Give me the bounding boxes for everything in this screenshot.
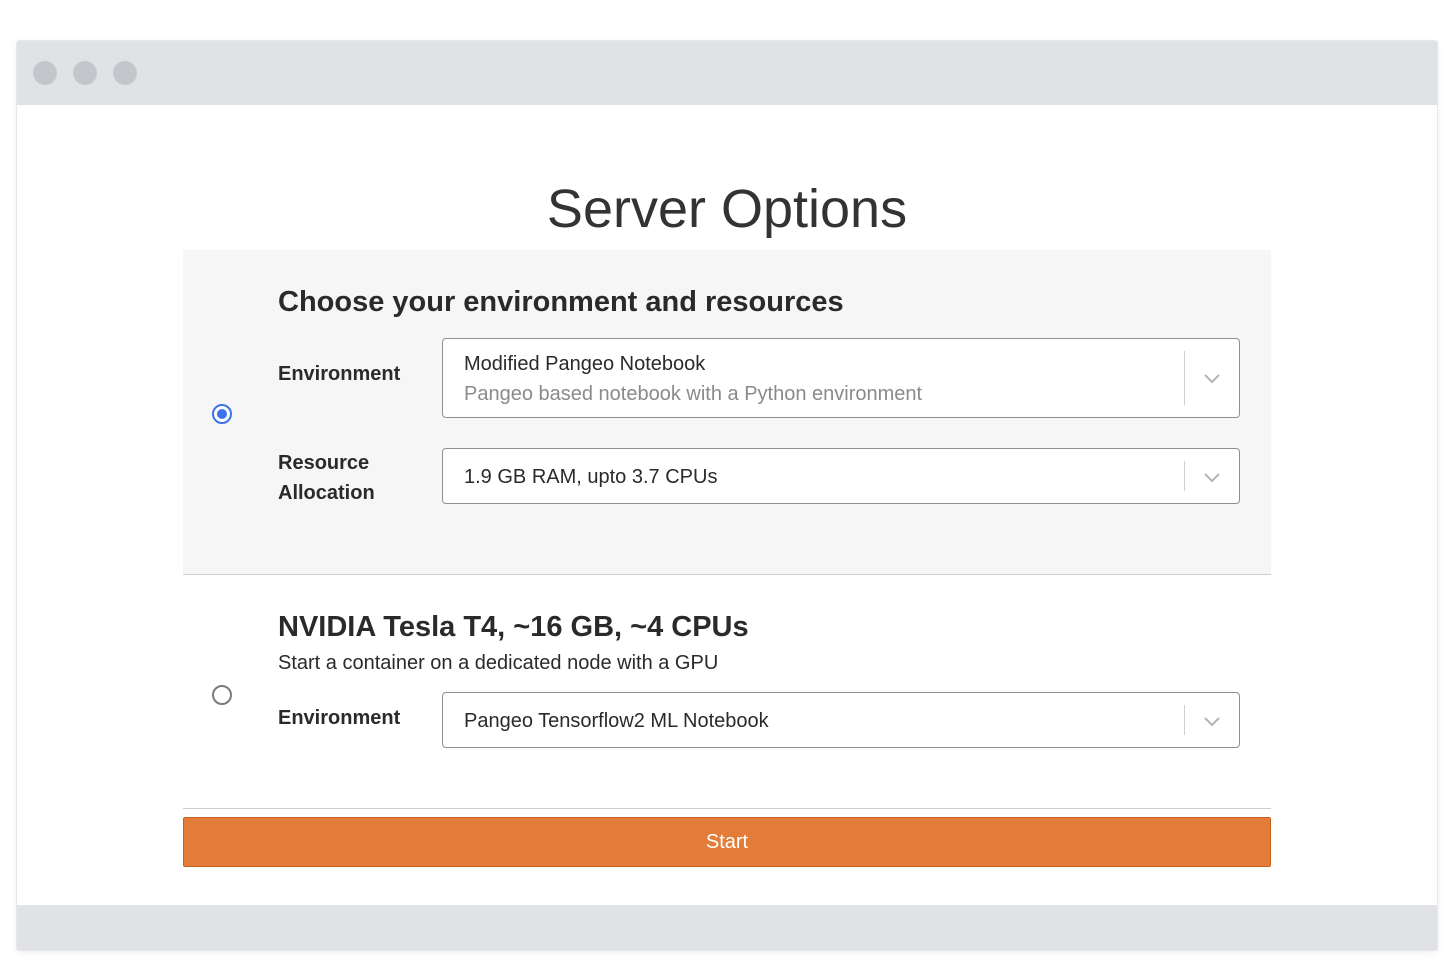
resource-allocation-label-line1: Resource: [278, 452, 370, 474]
select-separator: [1184, 461, 1185, 491]
page-title: Server Options: [546, 179, 908, 239]
profile-radio-gpu[interactable]: [212, 685, 232, 705]
environment-select-value: Modified Pangeo Notebook: [464, 353, 706, 375]
window-footer: [17, 905, 1437, 950]
window-titlebar: [17, 41, 1437, 105]
chevron-down-icon[interactable]: [1203, 715, 1221, 727]
environment-label: Environment: [278, 703, 400, 733]
profile-radio-default[interactable]: [212, 404, 232, 424]
profile-option-gpu[interactable]: NVIDIA Tesla T4, ~16 GB, ~4 CPUs Start a…: [183, 575, 1271, 809]
resource-allocation-label: Resource Allocation: [278, 448, 375, 508]
start-button[interactable]: Start: [183, 817, 1271, 867]
window-maximize-dot[interactable]: [113, 61, 137, 85]
environment-label: Environment: [278, 359, 400, 389]
window-minimize-dot[interactable]: [73, 61, 97, 85]
profile-heading: NVIDIA Tesla T4, ~16 GB, ~4 CPUs: [278, 611, 749, 643]
browser-window: Server Options Choose your environment a…: [17, 41, 1437, 950]
window-close-dot[interactable]: [33, 61, 57, 85]
environment-label-text: Environment: [278, 707, 401, 729]
environment-select-description: Pangeo based notebook with a Python envi…: [464, 383, 923, 405]
resource-allocation-select-value: 1.9 GB RAM, upto 3.7 CPUs: [464, 466, 718, 488]
chevron-down-icon[interactable]: [1203, 471, 1221, 483]
resource-allocation-label-line2: Allocation: [278, 482, 375, 504]
profile-option-default[interactable]: Choose your environment and resources En…: [183, 250, 1271, 575]
select-separator: [1184, 351, 1185, 405]
environment-select[interactable]: Modified Pangeo Notebook Pangeo based no…: [442, 338, 1240, 418]
gpu-environment-select-value: Pangeo Tensorflow2 ML Notebook: [464, 710, 769, 732]
select-separator: [1184, 705, 1185, 735]
chevron-down-icon[interactable]: [1203, 372, 1221, 384]
gpu-environment-select[interactable]: Pangeo Tensorflow2 ML Notebook: [442, 692, 1240, 748]
profile-description: Start a container on a dedicated node wi…: [278, 652, 719, 674]
profile-heading: Choose your environment and resources: [278, 286, 844, 318]
environment-label-text: Environment: [278, 363, 401, 385]
resource-allocation-select[interactable]: 1.9 GB RAM, upto 3.7 CPUs: [442, 448, 1240, 504]
